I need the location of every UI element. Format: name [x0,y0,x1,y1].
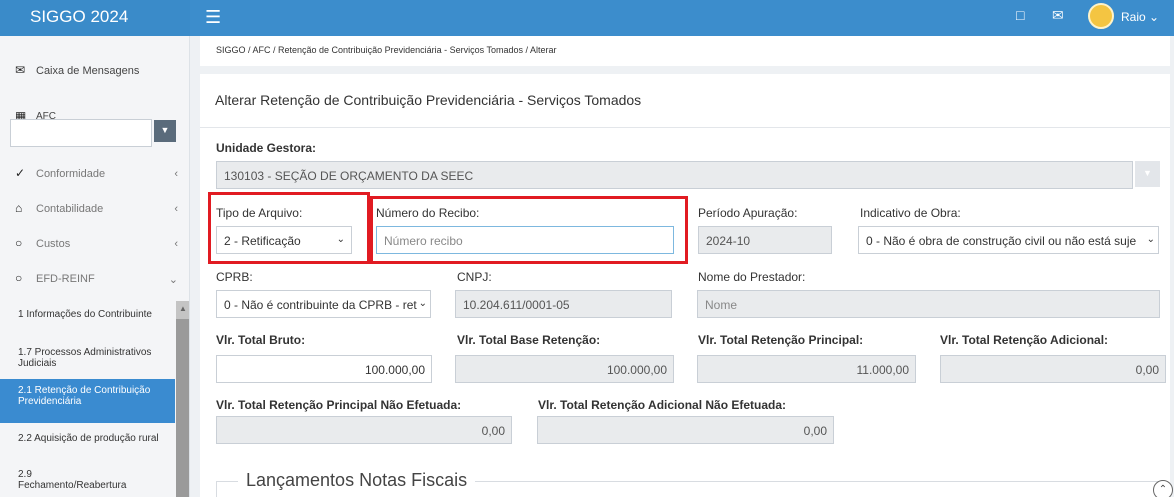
sidebar-item-label: Custos [36,238,71,250]
vlr-adicional-nao-field[interactable]: 0,00 [537,416,834,444]
indicativo-obra-label: Indicativo de Obra: [860,206,961,220]
user-name: Raio [1121,10,1146,24]
vlr-adicional-nao-label: Vlr. Total Retenção Adicional Não Efetua… [538,398,787,412]
sidebar-item-label: EFD-REINF [36,273,95,285]
cprb-label: CPRB: [216,270,253,284]
nome-prestador-field[interactable]: Nome [697,290,1160,318]
top-bar: SIGGO 2024 ☰ □ ✉ Raio ⌄ [0,0,1174,36]
prestador-label: Nome do Prestador: [698,270,806,284]
submenu-item[interactable]: 1.7 Processos Administrativos Judiciais [0,347,175,373]
mail-icon[interactable]: ✉ [1052,7,1064,24]
afc-select[interactable] [10,119,152,147]
vlr-bruto-label: Vlr. Total Bruto: [216,333,306,347]
vlr-principal-field[interactable]: 11.000,00 [697,355,916,383]
page-title: Alterar Retenção de Contribuição Previde… [215,92,642,108]
sidebar-scrollbar[interactable]: ▲ [176,301,189,497]
periodo-label: Período Apuração: [698,206,798,220]
vlr-base-label: Vlr. Total Base Retenção: [457,333,601,347]
nome-prestador-placeholder: Nome [705,298,738,312]
submenu-item[interactable]: 1 Informações do Contribuinte [0,309,175,335]
vlr-base-field[interactable]: 100.000,00 [455,355,674,383]
app-title[interactable]: SIGGO 2024 [0,0,190,36]
highlight-numero-recibo [370,196,688,264]
unidade-gestora-field[interactable]: 130103 - SEÇÃO DE ORÇAMENTO DA SEEC [216,161,1133,189]
submenu-item[interactable]: 2.9 Fechamento/Reabertura [0,469,126,495]
cprb-value: 0 - Não é contribuinte da CPRB - ret [224,298,417,312]
chevron-left-icon: ‹ [174,238,178,250]
chevron-down-icon: ⌄ [1146,234,1155,245]
vlr-adicional-label: Vlr. Total Retenção Adicional: [940,333,1109,347]
vlr-principal-label: Vlr. Total Retenção Principal: [698,333,864,347]
unidade-label: Unidade Gestora: [216,141,317,155]
section-title: Lançamentos Notas Fiscais [238,470,476,491]
cnpj-field[interactable]: 10.204.611/0001-05 [455,290,672,318]
periodo-apuracao-field[interactable]: 2024-10 [698,226,832,254]
chevron-down-icon: ⌄ [168,274,178,286]
check-icon: ✓ [15,166,26,180]
scroll-up-icon[interactable]: ▲ [179,304,187,313]
chat-icon[interactable]: □ [1016,7,1024,23]
breadcrumb: SIGGO / AFC / Retenção de Contribuição P… [200,36,1170,66]
sidebar: ✉ Caixa de Mensagens ▦ AFC ▼ ✓ Conformid… [0,36,190,497]
vlr-principal-nao-field[interactable]: 0,00 [216,416,512,444]
highlight-tipo-arquivo [208,192,370,264]
indicativo-obra-select[interactable]: 0 - Não é obra de construção civil ou nã… [858,226,1159,254]
sidebar-item-label: Caixa de Mensagens [36,65,140,77]
sidebar-item-label: Conformidade [36,168,106,180]
envelope-icon: ✉ [15,63,26,77]
sidebar-item-label: Contabilidade [36,203,104,215]
vlr-adicional-field[interactable]: 0,00 [940,355,1166,383]
submenu-item[interactable]: 2.2 Aquisição de produção rural [0,433,175,459]
panel-header: Alterar Retenção de Contribuição Previde… [200,74,1170,128]
scrollbar-thumb[interactable] [176,319,189,497]
submenu-item-active[interactable]: 2.1 Retenção de Contribuição Previdenciá… [0,379,175,423]
user-menu[interactable]: Raio ⌄ [1121,10,1159,24]
vlr-principal-nao-label: Vlr. Total Retenção Principal Não Efetua… [216,398,462,412]
hamburger-icon[interactable]: ☰ [205,7,221,28]
unidade-dropdown-button[interactable]: ▼ [1135,161,1160,187]
circle-icon: ○ [15,236,23,250]
avatar[interactable] [1088,3,1114,29]
chevron-left-icon: ‹ [174,203,178,215]
indicativo-obra-value: 0 - Não é obra de construção civil ou nã… [866,234,1137,248]
scroll-top-icon[interactable]: ⌃ [1153,480,1173,497]
cprb-select[interactable]: 0 - Não é contribuinte da CPRB - ret ⌄ [216,290,431,318]
chevron-left-icon: ‹ [174,168,178,180]
chevron-down-icon: ⌄ [418,298,427,309]
cnpj-label: CNPJ: [457,270,492,284]
afc-dropdown-button[interactable]: ▼ [154,120,176,142]
circle-icon: ○ [15,271,23,285]
bank-icon: ⌂ [15,201,23,215]
efd-reinf-submenu: 1 Informações do Contribuinte 1.7 Proces… [0,301,175,497]
vlr-bruto-field[interactable]: 100.000,00 [216,355,432,383]
